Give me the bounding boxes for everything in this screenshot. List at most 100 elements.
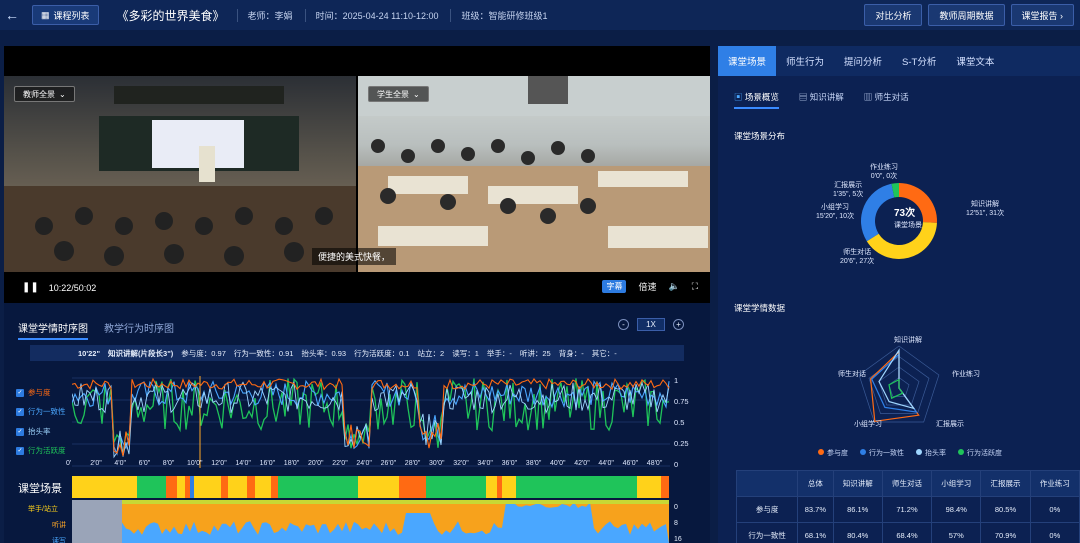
legend-headup[interactable]: ✓ 抬头率 xyxy=(16,426,51,437)
scene-strip[interactable] xyxy=(72,476,669,498)
legend-consistency[interactable]: ✓ 行为一致性 xyxy=(16,406,66,417)
radar-label: 作业练习 xyxy=(952,371,980,378)
time-info: 时间：2025-04-24 11:10-12:00 xyxy=(304,8,438,22)
video-subtitle: 便捷的美式快餐， xyxy=(312,248,397,265)
info-value: 抬头率：0.93 xyxy=(301,348,347,358)
course-list-button[interactable]: ▦ 课程列表 xyxy=(32,5,99,25)
teacher-camera-selector[interactable]: 教师全景 ⌄ xyxy=(14,86,75,102)
scene-segment[interactable] xyxy=(246,476,255,498)
cycle-data-button[interactable]: 教师周期数据 xyxy=(928,4,1005,26)
scene-distribution-title: 课堂场景分布 xyxy=(734,131,786,141)
report-button[interactable]: 课堂报告 › xyxy=(1010,4,1074,26)
zoom-control: - 1X + xyxy=(618,318,684,331)
right-panel: 课堂场景 师生行为 提问分析 S-T分析 课堂文本 ▣ 场景概览 ▤ 知识讲解 … xyxy=(718,46,1080,543)
tab-teaching-timeline[interactable]: 教学行为时序图 xyxy=(104,320,174,340)
scene-segment[interactable] xyxy=(358,476,399,498)
scene-segment[interactable] xyxy=(277,476,359,498)
x-tick: 14'0" xyxy=(235,460,251,467)
table-header-row: 总体 知识讲解 师生对话 小组学习 汇报展示 作业练习 xyxy=(735,470,1080,497)
scene-segment[interactable] xyxy=(194,476,222,498)
speed-button[interactable]: 倍速 xyxy=(638,280,656,293)
pause-icon[interactable]: ❚❚ xyxy=(22,282,39,293)
teacher-info: 老师：李娟 xyxy=(236,8,293,22)
grid-icon: ▦ xyxy=(41,9,50,20)
scene-segment[interactable] xyxy=(660,476,669,498)
compare-button[interactable]: 对比分析 xyxy=(864,4,923,26)
legend-item[interactable]: 行为活跃度 xyxy=(958,448,1002,458)
legend-item[interactable]: 行为一致性 xyxy=(860,448,904,458)
chevron-down-icon: ⌄ xyxy=(413,89,420,99)
volume-icon[interactable]: 🔈 xyxy=(668,281,679,292)
info-value: 听讲：25 xyxy=(519,348,551,358)
right-tabs: 课堂场景 师生行为 提问分析 S-T分析 课堂文本 xyxy=(718,46,1080,76)
scene-segment[interactable] xyxy=(227,476,247,498)
scene-segment[interactable] xyxy=(515,476,637,498)
teacher-scene-image xyxy=(4,86,356,272)
tab-st-analysis[interactable]: S-T分析 xyxy=(892,46,946,76)
donut-center-value: 73次 xyxy=(894,208,916,219)
scene-segment[interactable] xyxy=(502,476,516,498)
legend-item[interactable]: 参与度 xyxy=(818,448,848,458)
x-tick: 12'0" xyxy=(211,460,227,467)
fullscreen-icon[interactable]: ⛶ xyxy=(692,281,698,292)
x-tick: 10'0" xyxy=(187,460,203,467)
y-tick: 0.75 xyxy=(674,397,689,406)
scene-segment[interactable] xyxy=(221,476,228,498)
scene-segment[interactable] xyxy=(166,476,177,498)
subtab-knowledge[interactable]: ▤ 知识讲解 xyxy=(799,91,844,109)
tab-classroom-scene[interactable]: 课堂场景 xyxy=(718,46,777,76)
checkbox-icon: ✓ xyxy=(16,388,24,397)
x-tick: 38'0" xyxy=(525,460,542,467)
tab-question-analysis[interactable]: 提问分析 xyxy=(834,46,892,76)
x-tick: 24'0" xyxy=(356,460,372,467)
scene-segment[interactable] xyxy=(270,476,278,498)
x-tick: 26'0" xyxy=(380,460,397,467)
subtab-overview[interactable]: ▣ 场景概览 xyxy=(734,91,779,109)
zoom-out-button[interactable]: - xyxy=(618,319,629,330)
x-tick: 4'0" xyxy=(114,460,126,467)
info-value: 行为一致性：0.91 xyxy=(233,348,294,358)
x-tick: 48'0" xyxy=(646,460,663,467)
donut-label-report: 汇报展示 1'35", 5次 xyxy=(833,182,864,198)
subtitle-toggle[interactable]: 字幕 xyxy=(602,280,627,293)
student-camera-selector[interactable]: 学生全景 ⌄ xyxy=(368,86,429,102)
scene-segment[interactable] xyxy=(254,476,271,498)
subtab-dialogue[interactable]: ▥ 师生对话 xyxy=(864,91,909,109)
scene-segment[interactable] xyxy=(636,476,661,498)
donut-label-group: 小组学习 15'20", 10次 xyxy=(816,204,855,220)
legend-activity[interactable]: ✓ 行为活跃度 xyxy=(16,445,66,456)
donut-slice[interactable] xyxy=(861,183,895,242)
zoom-value: 1X xyxy=(637,318,665,331)
scene-segment[interactable] xyxy=(425,476,487,498)
tab-learning-timeline[interactable]: 课堂学情时序图 xyxy=(18,320,88,340)
tab-teacher-student-behavior[interactable]: 师生行为 xyxy=(776,46,834,76)
info-value: 读写：1 xyxy=(452,348,479,358)
info-value: 其它：- xyxy=(591,348,617,358)
scene-segment[interactable] xyxy=(72,476,137,498)
learning-radar-chart[interactable] xyxy=(718,328,1080,448)
scene-segment[interactable] xyxy=(176,476,185,498)
x-tick: 44'0" xyxy=(598,460,614,467)
zoom-in-button[interactable]: + xyxy=(673,319,684,330)
student-scene-image xyxy=(358,76,710,272)
timeline-chart[interactable] xyxy=(72,376,670,468)
scene-segment[interactable] xyxy=(486,476,497,498)
checkbox-icon: ✓ xyxy=(16,407,24,416)
donut-label-homework: 作业练习 0'0", 0次 xyxy=(870,164,898,180)
radar-label: 知识讲解 xyxy=(894,337,922,344)
scene-segment[interactable] xyxy=(136,476,167,498)
video-player[interactable]: 教师全景 ⌄ 学生全景 ⌄ 便捷的美式快餐， ❚❚ 10:22/50:02 字幕 倍 xyxy=(4,46,710,303)
legend-engagement[interactable]: ✓ 参与度 xyxy=(16,387,51,398)
scene-segment[interactable] xyxy=(398,476,426,498)
x-tick: 28'0" xyxy=(404,460,421,467)
act-tick: 8 xyxy=(674,520,678,527)
arrow-left-icon[interactable]: ← xyxy=(0,7,24,23)
radar-label: 汇报展示 xyxy=(936,421,964,428)
tab-class-text[interactable]: 课堂文本 xyxy=(946,46,1004,76)
legend-item[interactable]: 抬头率 xyxy=(916,448,946,458)
info-time: 10'22" xyxy=(78,348,101,358)
chevron-down-icon: ⌄ xyxy=(59,89,66,99)
radar-series[interactable] xyxy=(888,378,904,400)
learning-data-table: 总体 知识讲解 师生对话 小组学习 汇报展示 作业练习 参与度 83.7% 86.1% 71.2… xyxy=(735,470,1080,543)
act-label: 听讲 xyxy=(52,522,66,529)
